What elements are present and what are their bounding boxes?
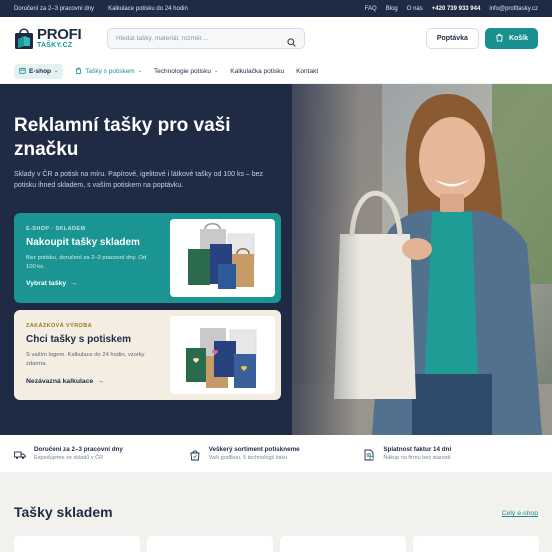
- nav-print-tech[interactable]: Technologie potisku ⌄: [154, 68, 218, 75]
- feature-print-sub: Vaši grafikou, 5 technologií tisku: [208, 455, 288, 461]
- logo-title: PROFI: [37, 26, 82, 43]
- truck-icon: [14, 448, 26, 460]
- blog-link[interactable]: Blog: [386, 6, 398, 12]
- stock-bags-card[interactable]: E-SHOP · SKLADEM Nakoupit tašky skladem …: [14, 213, 281, 303]
- logo-subtitle: TAŠKY.CZ: [37, 42, 73, 49]
- feature-delivery-sub: Expedujeme ze skladů v ČR: [34, 455, 104, 461]
- nav-calculator-label: Kalkulačka potisku: [230, 67, 285, 75]
- shop-icon: [19, 67, 26, 76]
- feature-delivery: Doručení za 2–3 pracovní dny Expedujeme …: [14, 446, 189, 461]
- quote-note: Kalkulace potisku do 24 hodin: [108, 5, 188, 12]
- choose-bags-label: Vybrat tašky: [26, 280, 67, 287]
- stock-card-desc: Bez potisku, doručení za 2–3 pracovní dn…: [26, 255, 147, 270]
- faq-link[interactable]: FAQ: [365, 6, 377, 12]
- feature-invoice: Splatnost faktur 14 dní Nákup na firmu b…: [363, 446, 538, 461]
- product-card[interactable]: [413, 536, 539, 552]
- bag-print-icon: [189, 448, 201, 461]
- invoice-icon: [363, 448, 375, 461]
- delivery-note: Doručení za 2–3 pracovní dny: [14, 5, 95, 12]
- search-box[interactable]: [107, 27, 305, 49]
- nav-contact[interactable]: Kontakt: [296, 68, 318, 75]
- logo-bag-icon: [14, 26, 34, 50]
- chevron-down-icon: ⌄: [137, 68, 142, 74]
- free-quote-link[interactable]: Nezávazná kalkulace →: [26, 378, 104, 385]
- nav-printed-bags-label: Tašky s potiskem: [85, 67, 135, 75]
- logo[interactable]: PROFI TAŠKY.CZ: [14, 26, 94, 50]
- nav-eshop[interactable]: E-shop ⌄: [14, 63, 64, 79]
- arrow-right-icon: →: [97, 378, 105, 385]
- cart-label: Košík: [508, 34, 528, 42]
- feature-print: Veškerý sortiment potiskneme Vaši grafik…: [189, 446, 364, 461]
- stock-bags-section: Tašky skladem Celý e-shop: [0, 472, 552, 552]
- search-icon[interactable]: [287, 34, 296, 47]
- feature-invoice-title: Splatnost faktur 14 dní: [383, 446, 452, 453]
- hero-title: Reklamní tašky pro vaši značku: [14, 115, 231, 160]
- stock-card-title: Nakoupit tašky skladem: [26, 237, 140, 248]
- email-link[interactable]: info@profitasky.cz: [489, 6, 538, 12]
- chevron-down-icon: ⌄: [214, 68, 219, 74]
- free-quote-label: Nezávazná kalkulace: [26, 378, 94, 385]
- product-card[interactable]: [147, 536, 273, 552]
- hero-subtitle: Sklady v ČR a potisk na míru. Papírové, …: [14, 171, 264, 190]
- about-link[interactable]: O nás: [407, 6, 423, 12]
- main-nav: E-shop ⌄ Tašky s potiskem ⌄ Technologie …: [0, 59, 552, 84]
- choose-bags-link[interactable]: Vybrat tašky →: [26, 280, 77, 287]
- arrow-right-icon: →: [70, 280, 77, 287]
- phone-link[interactable]: +420 739 933 944: [432, 6, 481, 12]
- custom-card-title: Chci tašky s potiskem: [26, 334, 132, 345]
- all-eshop-link[interactable]: Celý e-shop: [502, 510, 538, 517]
- custom-card-kicker: ZAKÁZKOVÁ VÝROBA: [26, 323, 92, 329]
- nav-printed-bags[interactable]: Tašky s potiskem ⌄: [75, 67, 142, 76]
- nav-eshop-label: E-shop: [29, 67, 52, 75]
- stock-card-kicker: E-SHOP · SKLADEM: [26, 226, 86, 232]
- chevron-down-icon: ⌄: [54, 68, 59, 74]
- hero: Reklamní tašky pro vaši značku Sklady v …: [0, 84, 552, 435]
- top-bar: Doručení za 2–3 pracovní dny Kalkulace p…: [0, 0, 552, 17]
- cart-button[interactable]: Košík: [484, 27, 538, 49]
- nav-print-tech-label: Technologie potisku: [153, 67, 212, 75]
- bag-icon: [75, 67, 82, 76]
- custom-bags-image: [170, 316, 275, 394]
- feature-invoice-sub: Nákup na firmu bez starostí: [383, 455, 451, 461]
- cart-icon: [495, 33, 504, 44]
- feature-delivery-title: Doručení za 2–3 pracovní dny: [34, 446, 123, 453]
- feature-print-title: Veškerý sortiment potiskneme: [208, 446, 300, 453]
- nav-contact-label: Kontakt: [296, 67, 319, 75]
- product-card[interactable]: [14, 536, 140, 552]
- custom-card-desc: S vaším logem. Kalkulace do 24 hodin, vz…: [26, 352, 145, 367]
- custom-print-card[interactable]: ZAKÁZKOVÁ VÝROBA Chci tašky s potiskem S…: [14, 310, 281, 400]
- product-card[interactable]: [280, 536, 406, 552]
- stock-bags-image: [170, 219, 275, 297]
- inquiry-button[interactable]: Poptávka: [425, 27, 479, 49]
- features-bar: Doručení za 2–3 pracovní dny Expedujeme …: [0, 435, 552, 472]
- header: PROFI TAŠKY.CZ Poptávka Košík: [0, 17, 552, 59]
- section-title: Tašky skladem: [14, 504, 113, 520]
- search-input[interactable]: [116, 34, 287, 42]
- nav-calculator[interactable]: Kalkulačka potisku: [230, 68, 284, 75]
